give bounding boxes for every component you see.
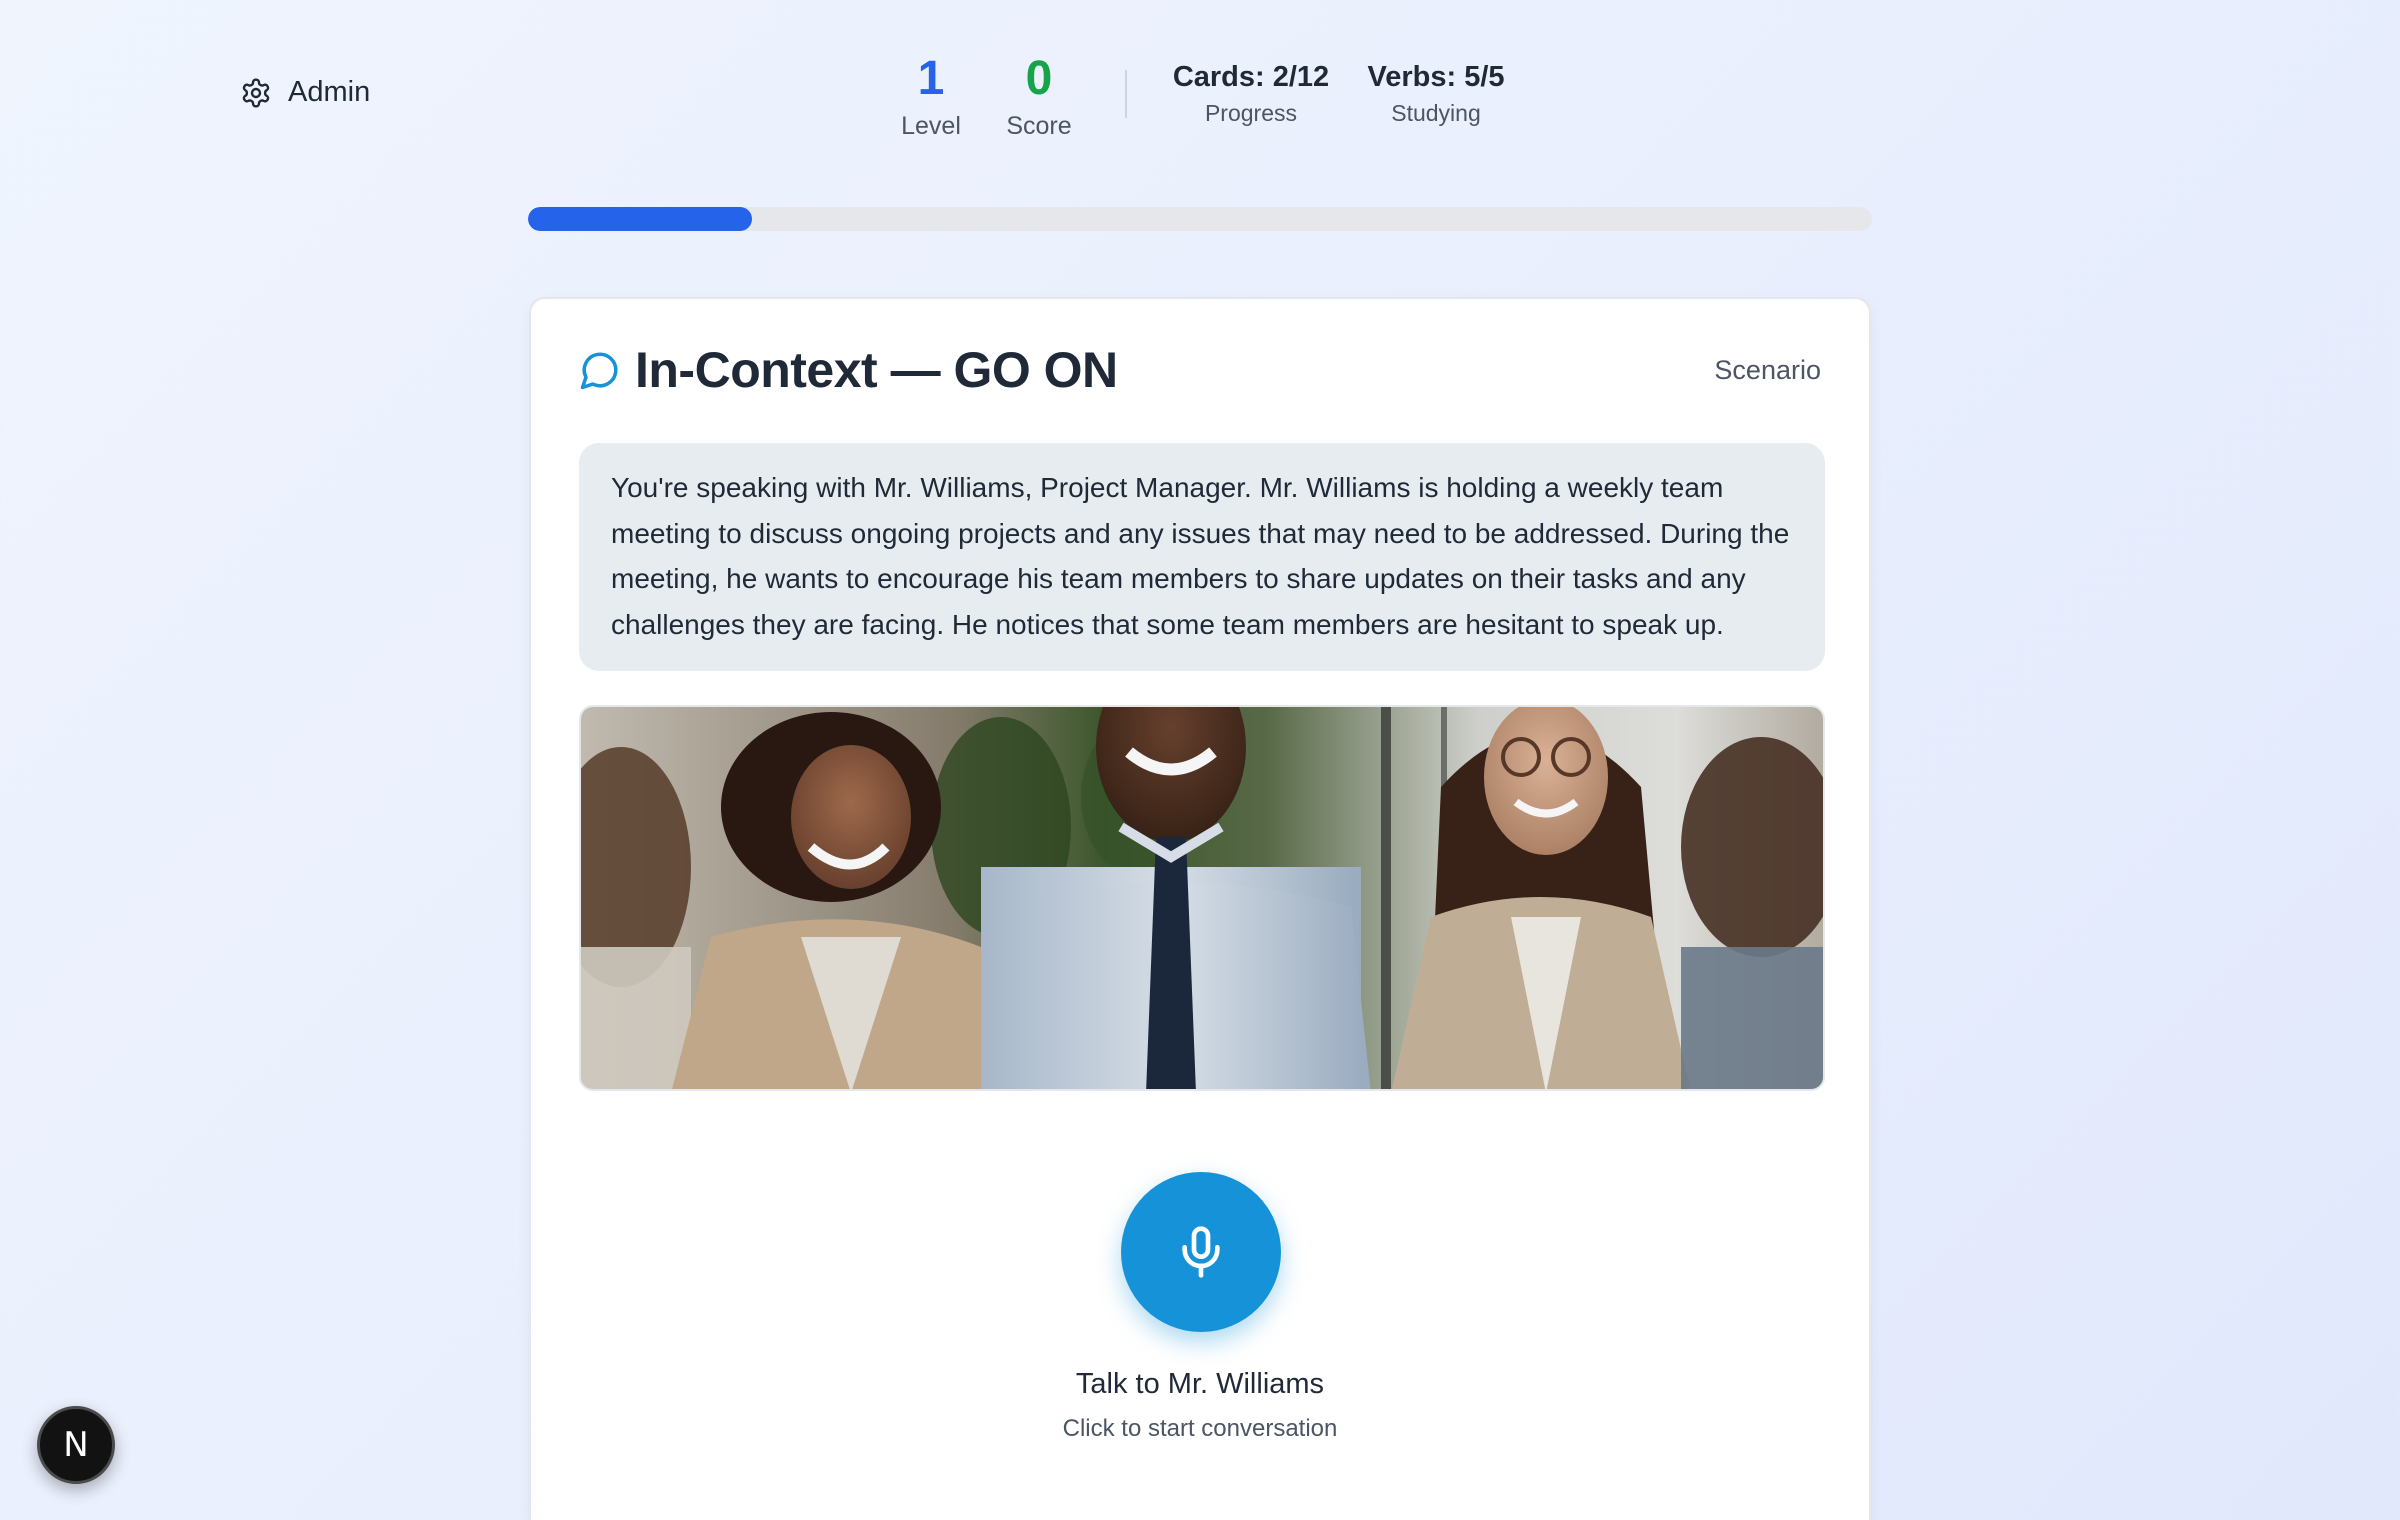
cards-stat: Cards: 2/12 Progress xyxy=(1171,60,1331,127)
chat-bubble-icon xyxy=(580,352,618,390)
talk-label: Talk to Mr. Williams xyxy=(1075,1368,1325,1400)
team-meeting-photo xyxy=(579,705,1825,1091)
verbs-value: Verbs: 5/5 xyxy=(1367,61,1505,93)
verbs-label: Studying xyxy=(1391,100,1481,126)
card-header: In-Context — GO ON Scenario xyxy=(579,341,1821,399)
scenario-card: In-Context — GO ON Scenario You're speak… xyxy=(529,297,1871,1520)
score-stat: 0 Score xyxy=(997,48,1081,141)
badge-letter: N xyxy=(63,1425,89,1465)
progress-bar xyxy=(528,207,1872,231)
cards-label: Progress xyxy=(1204,100,1298,126)
microphone-icon xyxy=(1182,1226,1220,1278)
talk-hint: Click to start conversation xyxy=(1062,1415,1338,1442)
stats-bar: 1 Level 0 Score Cards: 2/12 Progress Ver… xyxy=(0,48,2400,141)
score-value: 0 xyxy=(1025,52,1053,105)
stats-divider xyxy=(1125,70,1127,118)
level-value: 1 xyxy=(917,52,945,105)
level-label: Level xyxy=(901,112,961,140)
level-score-group: 1 Level 0 Score xyxy=(889,48,1081,141)
score-label: Score xyxy=(1006,112,1072,140)
microphone-button[interactable] xyxy=(1121,1172,1281,1332)
verbs-stat: Verbs: 5/5 Studying xyxy=(1361,60,1511,127)
dev-tools-badge[interactable]: N xyxy=(37,1406,115,1484)
progress-fill xyxy=(528,207,753,231)
scenario-tag: Scenario xyxy=(1714,354,1821,385)
cards-value: Cards: 2/12 xyxy=(1172,61,1330,93)
card-title-wrap: In-Context — GO ON xyxy=(579,341,1118,399)
level-stat: 1 Level xyxy=(889,48,973,141)
scenario-text: You're speaking with Mr. Williams, Proje… xyxy=(579,443,1825,671)
card-title: In-Context — GO ON xyxy=(635,342,1118,398)
